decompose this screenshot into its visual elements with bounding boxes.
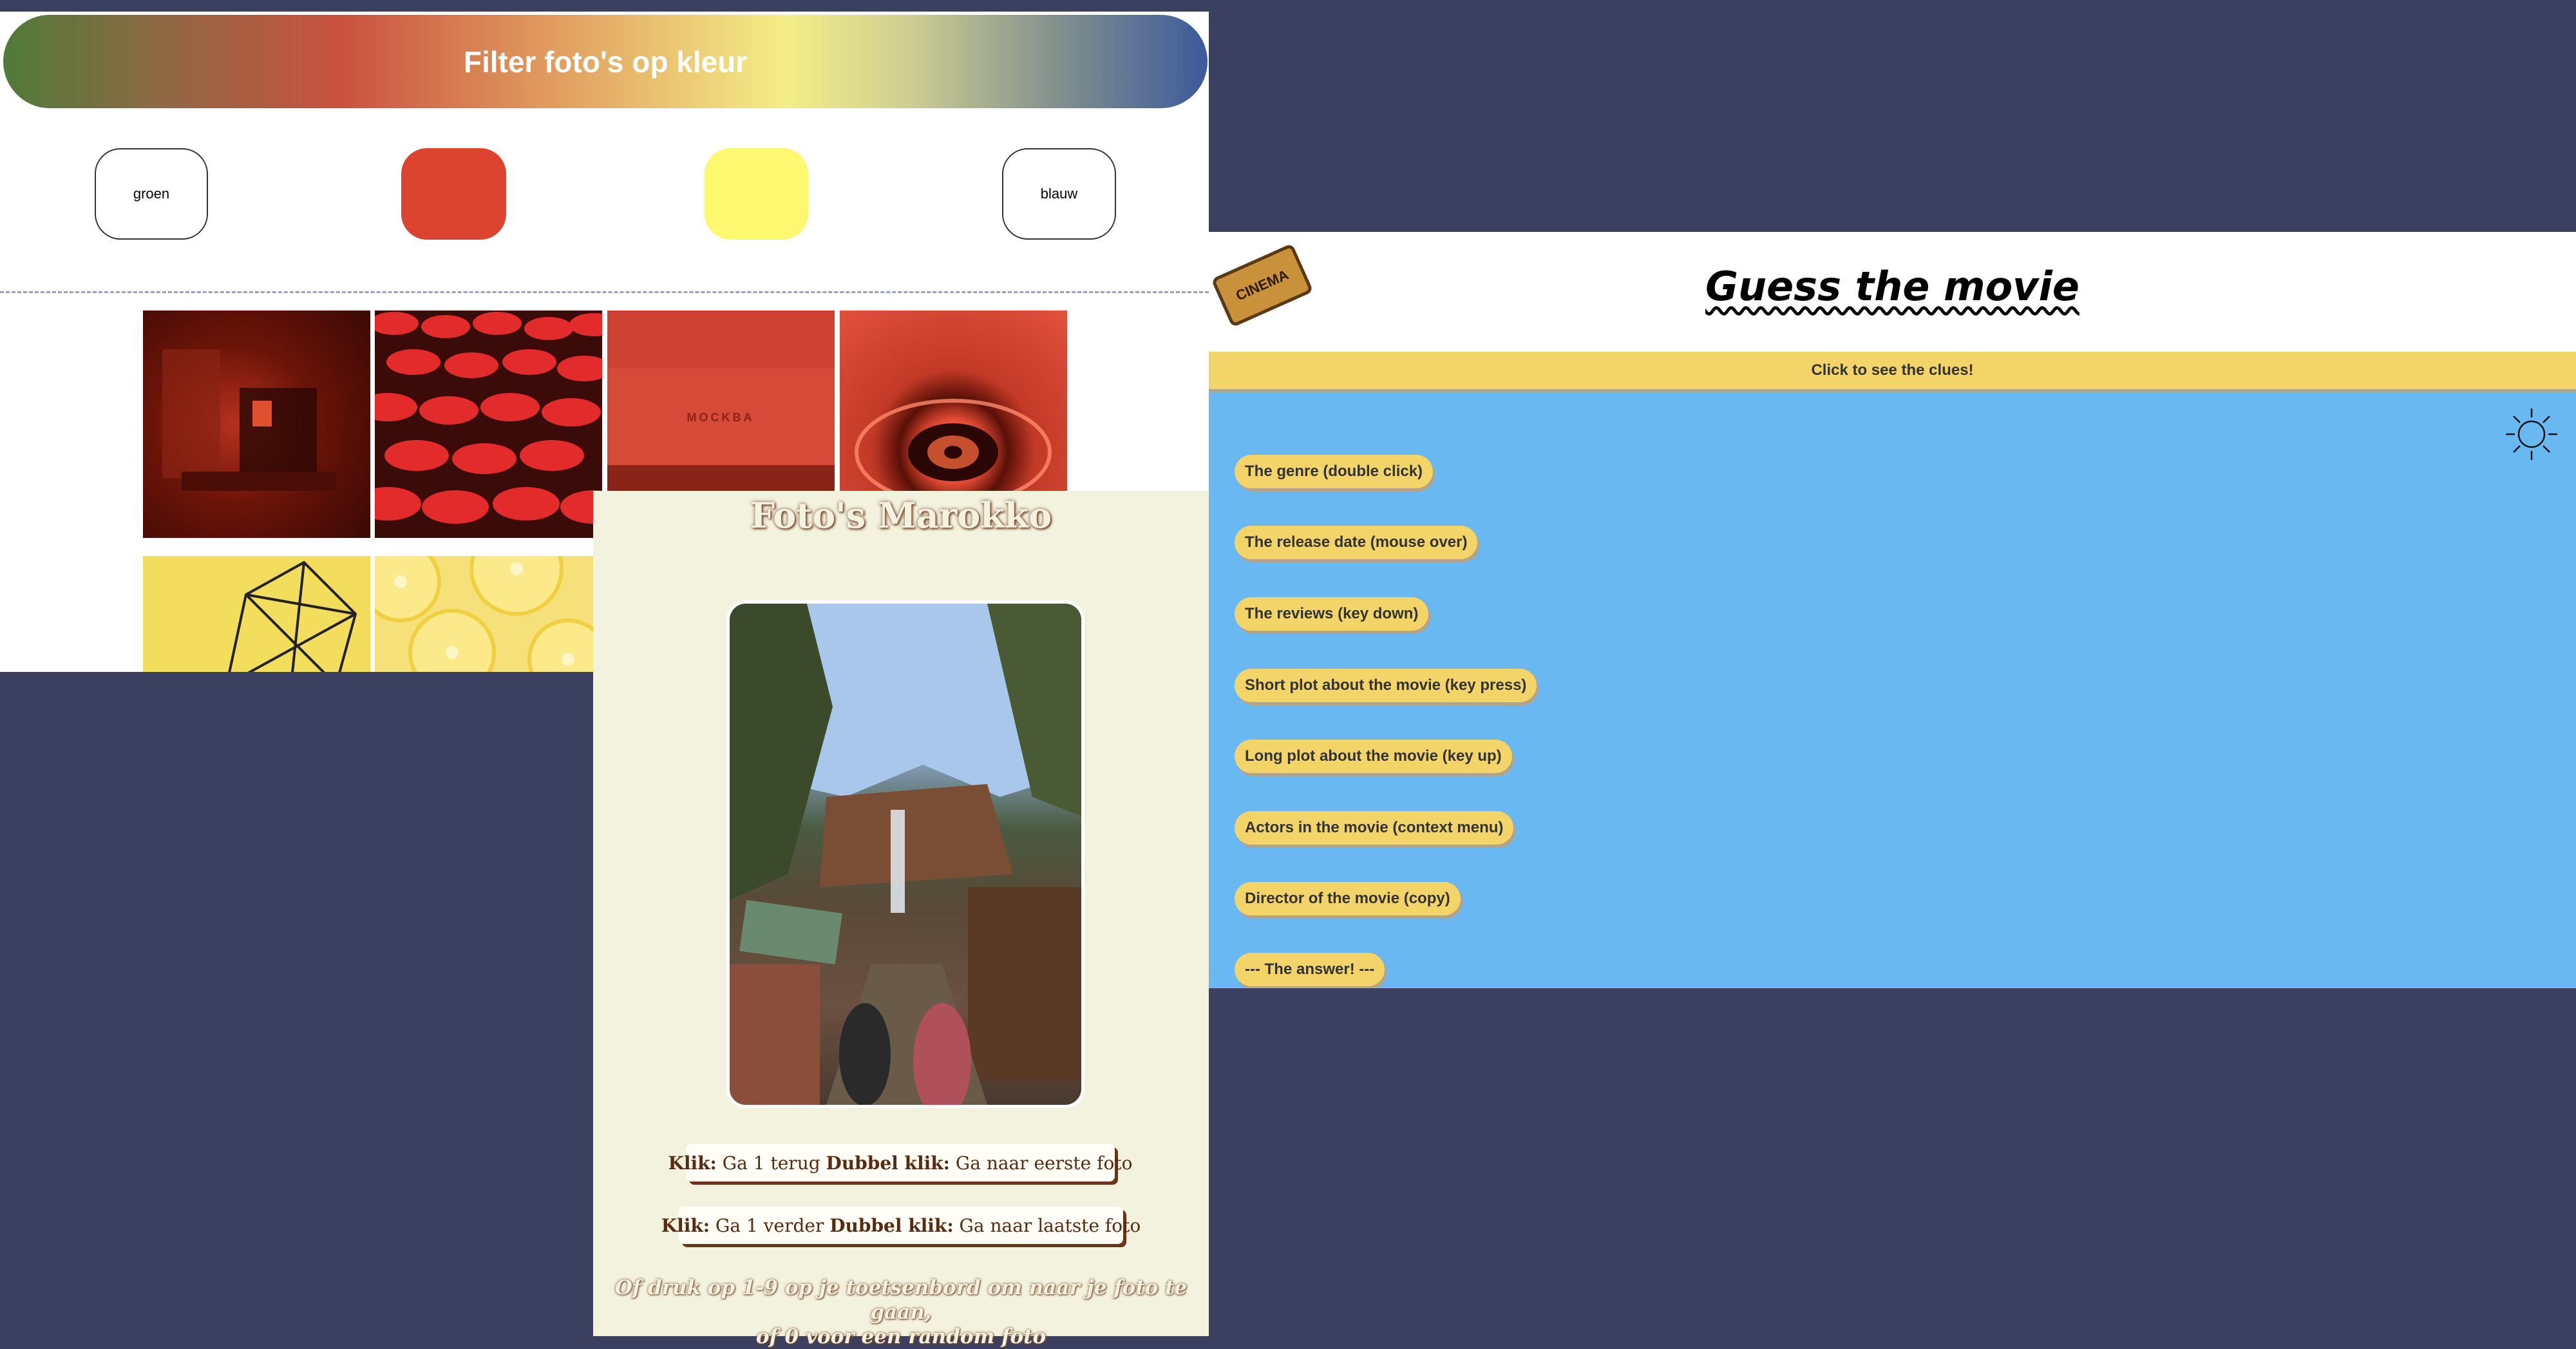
- clue-genre-button[interactable]: The genre (double click): [1235, 455, 1434, 488]
- clue-label: Short plot about the movie (key press): [1245, 676, 1527, 694]
- forward-dblclick-label: Dubbel klik:: [829, 1214, 954, 1236]
- clue-label: --- The answer! ---: [1245, 961, 1375, 978]
- filter-blue-label: blauw: [1040, 186, 1078, 202]
- keyboard-hint-line-1: Of druk op 1-9 op je toetsenbord om naar…: [614, 1276, 1188, 1324]
- photo-red-umbrellas[interactable]: [375, 311, 602, 538]
- clue-short-plot-button[interactable]: Short plot about the movie (key press): [1235, 669, 1537, 702]
- back-click-label: Klik:: [668, 1152, 717, 1174]
- show-clues-label: Click to see the clues!: [1811, 361, 1974, 379]
- forward-click-text: Ga 1 verder: [710, 1214, 830, 1236]
- clue-label: Long plot about the movie (key up): [1245, 747, 1502, 765]
- forward-dblclick-text: Ga naar laatste foto: [953, 1214, 1141, 1236]
- marokko-title: Foto's Marokko: [750, 495, 1052, 536]
- back-dblclick-text: Ga naar eerste foto: [949, 1152, 1133, 1174]
- marokko-photo-image: [730, 604, 1081, 1105]
- clue-long-plot-button[interactable]: Long plot about the movie (key up): [1235, 740, 1512, 773]
- previous-photo-button[interactable]: Klik: Ga 1 terug Dubbel klik: Ga naar ee…: [668, 1144, 1132, 1182]
- filter-divider: [0, 291, 1209, 293]
- red-room-image: [162, 349, 336, 491]
- back-click-text: Ga 1 terug: [716, 1152, 826, 1174]
- clue-label: Actors in the movie (context menu): [1245, 819, 1504, 836]
- marokko-slideshow-panel: Foto's Marokko Klik: Ga 1 terug Dubbel k…: [593, 491, 1209, 1348]
- keyboard-hint: Of druk op 1-9 op je toetsenbord om naar…: [593, 1276, 1209, 1349]
- forward-click-label: Klik:: [661, 1214, 710, 1236]
- yellow-geometric-image: [228, 560, 357, 672]
- clue-director-button[interactable]: Director of the movie (copy): [1235, 882, 1461, 915]
- sun-icon[interactable]: [2505, 407, 2559, 461]
- filter-green-label: groen: [133, 186, 170, 202]
- clue-reviews-button[interactable]: The reviews (key down): [1235, 597, 1429, 631]
- next-photo-button[interactable]: Klik: Ga 1 verder Dubbel klik: Ga naar l…: [661, 1207, 1141, 1244]
- back-dblclick-label: Dubbel klik:: [826, 1152, 950, 1174]
- clue-label: The reviews (key down): [1245, 605, 1419, 622]
- filter-yellow-button[interactable]: [705, 148, 808, 240]
- yellow-lemons-image: [375, 556, 602, 672]
- clue-label: The release date (mouse over): [1245, 533, 1468, 551]
- photo-yellow-geometric[interactable]: [143, 556, 370, 672]
- filter-title: Filter foto's op kleur: [463, 44, 748, 79]
- movie-page-title: Guess the movie: [1705, 263, 2079, 310]
- marokko-current-photo[interactable]: [726, 600, 1084, 1108]
- movie-header: CINEMA Guess the movie: [1209, 232, 2576, 352]
- photo-red-room[interactable]: [143, 311, 370, 538]
- clue-label: The genre (double click): [1245, 463, 1423, 480]
- keyboard-hint-line-2: of 0 voor een random foto: [755, 1325, 1046, 1348]
- filter-red-button[interactable]: [401, 148, 506, 240]
- clue-label: Director of the movie (copy): [1245, 890, 1450, 907]
- guess-the-movie-panel: CINEMA Guess the movie Click to see the …: [1209, 232, 2576, 988]
- red-umbrellas-image: [375, 312, 602, 524]
- show-clues-bar[interactable]: Click to see the clues!: [1209, 352, 2576, 393]
- clue-release-date-button[interactable]: The release date (mouse over): [1235, 526, 1478, 559]
- filter-title-banner: Filter foto's op kleur: [3, 15, 1208, 108]
- photo-yellow-lemons[interactable]: [375, 556, 602, 672]
- sun-icon-graphic: [2506, 408, 2557, 460]
- piano-brand-text: MOCKBA: [687, 411, 755, 424]
- clue-answer-button[interactable]: --- The answer! ---: [1235, 953, 1385, 986]
- clue-actors-button[interactable]: Actors in the movie (context menu): [1235, 811, 1514, 845]
- filter-blue-button[interactable]: blauw: [1002, 148, 1116, 240]
- filter-green-button[interactable]: groen: [95, 148, 208, 240]
